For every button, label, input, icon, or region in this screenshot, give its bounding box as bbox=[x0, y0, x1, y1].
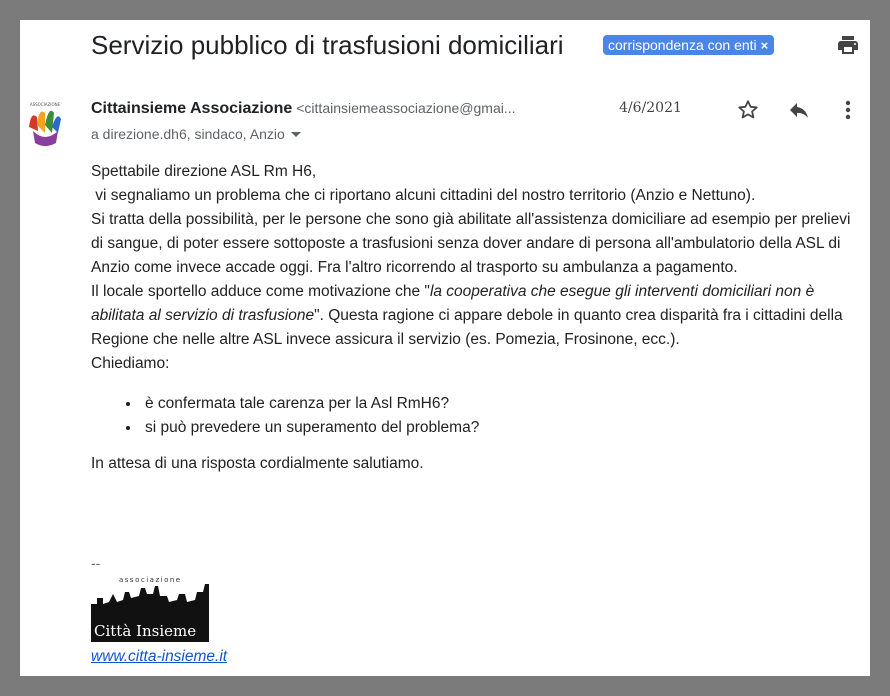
svg-text:ASSOCIAZIONE: ASSOCIAZIONE bbox=[30, 102, 61, 107]
signature-separator: -- bbox=[91, 555, 101, 571]
label-chip[interactable]: corrispondenza con enti × bbox=[603, 35, 775, 55]
ask-line: Chiediamo: bbox=[91, 355, 170, 372]
remove-label-icon[interactable]: × bbox=[761, 38, 769, 53]
association-logo: associazione Città Insieme bbox=[91, 576, 209, 642]
recipients[interactable]: a direzione.dh6, sindaco, Anzio bbox=[91, 126, 301, 142]
reply-icon[interactable] bbox=[787, 98, 811, 122]
list-item: si può prevedere un superamento del prob… bbox=[141, 416, 861, 440]
list-item: è confermata tale carenza per la Asl RmH… bbox=[141, 392, 861, 416]
email-view: Servizio pubblico di trasfusioni domicil… bbox=[20, 20, 870, 676]
body-paragraph-2: Il locale sportello adduce come motivazi… bbox=[91, 280, 861, 352]
more-vert-icon[interactable] bbox=[838, 98, 858, 122]
sender-name[interactable]: Cittainsieme Associazione bbox=[91, 100, 292, 117]
body-line-1: vi segnaliamo un problema che ci riporta… bbox=[91, 187, 756, 204]
closing: In attesa di una risposta cordialmente s… bbox=[91, 455, 424, 472]
email-subject: Servizio pubblico di trasfusioni domicil… bbox=[91, 30, 564, 60]
logo-text: Città Insieme bbox=[94, 622, 196, 640]
star-icon[interactable] bbox=[736, 98, 760, 122]
email-date: 4/6/2021 bbox=[619, 100, 682, 116]
label-text: corrispondenza con enti bbox=[608, 37, 757, 53]
email-body: Spettabile direzione ASL Rm H6, vi segna… bbox=[91, 160, 861, 476]
logo-top-text: associazione bbox=[119, 576, 182, 584]
website-link[interactable]: www.citta-insieme.it bbox=[91, 648, 227, 666]
para2-text-pre: Il locale sportello adduce come motivazi… bbox=[91, 283, 430, 300]
body-paragraph-1: Si tratta della possibilità, per le pers… bbox=[91, 211, 851, 276]
sender-avatar[interactable]: ASSOCIAZIONE bbox=[23, 97, 67, 149]
print-icon[interactable] bbox=[836, 33, 860, 57]
sender-email: <cittainsiemeassociazione@gmai... bbox=[296, 100, 516, 116]
questions-list: è confermata tale carenza per la Asl RmH… bbox=[91, 392, 861, 440]
sender-line: Cittainsieme Associazione <cittainsiemeas… bbox=[91, 100, 516, 118]
chevron-down-icon[interactable] bbox=[290, 132, 301, 137]
recipients-text: a direzione.dh6, sindaco, Anzio bbox=[91, 126, 285, 142]
greeting: Spettabile direzione ASL Rm H6, bbox=[91, 163, 317, 180]
